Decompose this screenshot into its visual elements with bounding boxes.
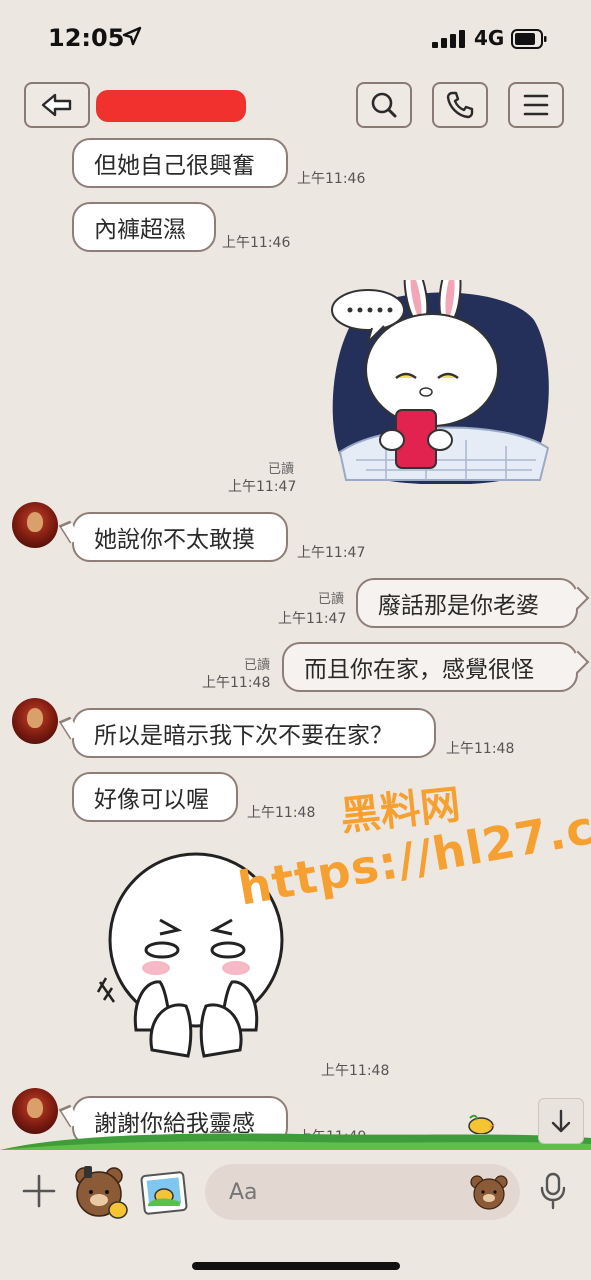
grass-decoration [0,1133,591,1150]
message-bubble[interactable]: 廢話那是你老婆 [356,578,578,628]
status-bar: 12:05 4G [0,0,591,80]
chick-icon [468,1114,496,1134]
message-time: 上午11:48 [202,675,271,691]
network-label: 4G [474,26,505,50]
message-list[interactable]: 但她自己很興奮 上午11:46 內褲超濕 上午11:46 已讀 上午11:47 … [0,138,591,1150]
read-receipt: 已讀 [268,462,295,477]
message-bubble[interactable]: 所以是暗示我下次不要在家？ [72,708,436,758]
message-bubble[interactable]: 好像可以喔 [72,772,238,822]
plus-icon[interactable] [20,1172,58,1210]
message-text: 但她自己很興奮 [94,153,255,179]
signal-icon [432,30,465,48]
call-button[interactable] [432,82,488,128]
message-text: 廢話那是你老婆 [378,593,539,619]
emoji-button[interactable] [470,1174,508,1210]
sticker-button[interactable] [74,1164,128,1220]
message-time: 上午11:47 [228,479,297,495]
cony-phone-sticker[interactable] [326,280,550,484]
location-arrow-icon [122,26,142,46]
message-time: 上午11:46 [297,171,366,187]
message-time: 上午11:48 [247,805,316,821]
message-time: 上午11:48 [446,741,515,757]
scroll-to-bottom-button[interactable] [538,1098,584,1144]
battery-icon [511,29,547,49]
back-arrow-icon [41,93,72,117]
avatar[interactable] [12,698,58,744]
menu-button[interactable] [508,82,564,128]
photo-button[interactable] [140,1170,188,1216]
search-icon [371,92,397,118]
message-bubble[interactable]: 但她自己很興奮 [72,138,288,188]
message-time: 上午11:46 [222,235,291,251]
message-bubble[interactable]: 內褲超濕 [72,202,216,252]
input-bar [0,1150,591,1234]
message-time: 上午11:48 [321,1063,390,1079]
message-text: 好像可以喔 [94,787,209,813]
message-text: 所以是暗示我下次不要在家？ [94,723,393,749]
phone-icon [446,91,474,119]
back-button[interactable] [24,82,90,128]
message-text: 而且你在家，感覺很怪 [304,657,534,683]
search-button[interactable] [356,82,412,128]
message-text: 她說你不太敢摸 [94,527,255,553]
chat-header [0,76,591,138]
message-time: 上午11:47 [278,611,347,627]
microphone-icon[interactable] [540,1172,566,1210]
message-text: 內褲超濕 [94,217,186,243]
message-bubble[interactable]: 而且你在家，感覺很怪 [282,642,578,692]
message-time: 上午11:47 [297,545,366,561]
avatar[interactable] [12,502,58,548]
read-receipt: 已讀 [244,658,271,673]
menu-icon [523,94,549,116]
read-receipt: 已讀 [318,592,345,607]
message-bubble[interactable]: 她說你不太敢摸 [72,512,288,562]
contact-name-redacted [96,90,246,122]
status-time: 12:05 [48,24,125,52]
arrow-down-icon [551,1109,571,1133]
home-indicator [192,1262,400,1270]
